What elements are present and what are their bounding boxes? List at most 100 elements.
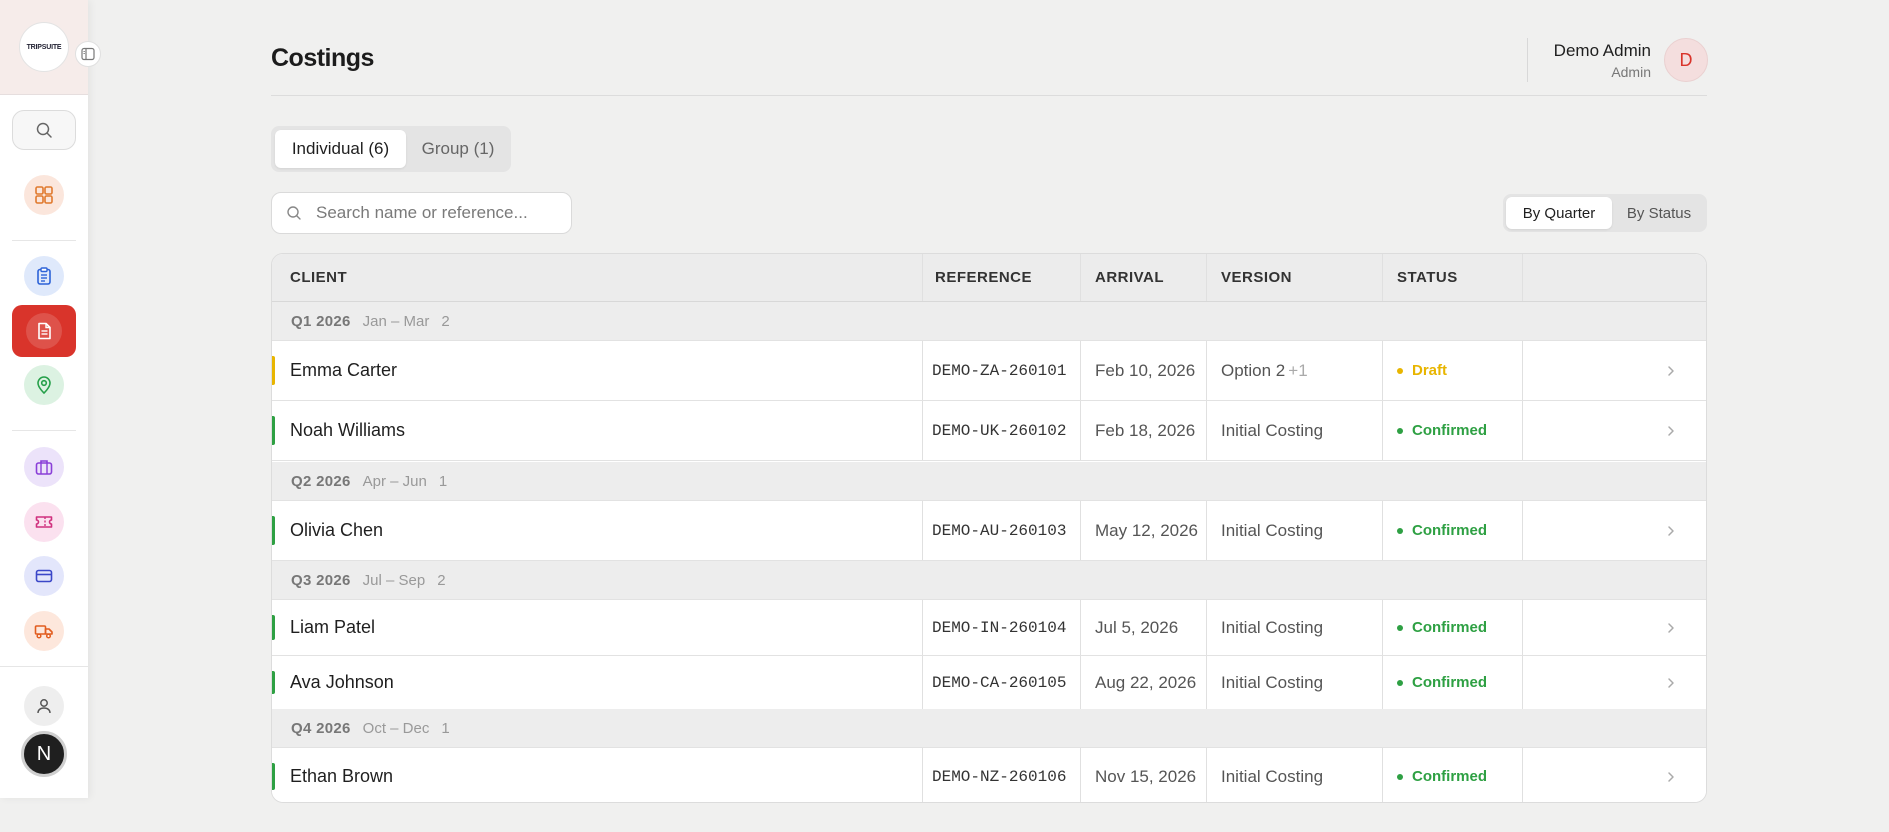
version-extra-count: +1: [1288, 360, 1308, 380]
sidebar-divider: [0, 666, 88, 667]
table-row[interactable]: Noah Williams DEMO-UK-260102 Feb 18, 2026 I…: [272, 401, 1706, 461]
sidebar-header: TRIPSUITE: [0, 0, 88, 95]
quarter-group-row: Q2 2026 Apr – Jun 1: [272, 462, 1706, 501]
arrival-date: Jul 5, 2026: [1080, 600, 1206, 655]
group-by-status-button[interactable]: By Status: [1613, 197, 1705, 229]
quarter-group-label: Q2 2026 Apr – Jun 1: [291, 462, 447, 500]
sidebar-item-dashboard[interactable]: [24, 175, 64, 215]
reference-code: DEMO-AU-260103: [922, 501, 1080, 560]
quarter-range: Jul – Sep: [362, 571, 426, 589]
reference-code: DEMO-CA-260105: [922, 656, 1080, 709]
quarter-name: Q3 2026: [291, 571, 351, 589]
version-name: Initial Costing: [1221, 766, 1324, 786]
chevron-right-icon[interactable]: [1664, 676, 1678, 690]
column-header-status[interactable]: STATUS: [1382, 254, 1522, 301]
sidebar-item-costings[interactable]: [12, 305, 76, 357]
version-cell: Initial Costing: [1206, 656, 1382, 709]
sidebar-item-costings-bg: [26, 313, 62, 349]
chevron-right-icon[interactable]: [1664, 621, 1678, 635]
version-name: Initial Costing: [1221, 520, 1324, 540]
arrival-date: Aug 22, 2026: [1080, 656, 1206, 709]
column-header-reference[interactable]: REFERENCE: [922, 254, 1080, 301]
quarter-count: 2: [437, 571, 446, 589]
client-name: Olivia Chen: [290, 520, 384, 540]
credit-card-icon: [35, 569, 53, 583]
status-dot: [1397, 527, 1403, 534]
status-label: Confirmed: [1412, 522, 1487, 539]
table-row[interactable]: Olivia Chen DEMO-AU-260103 May 12, 2026 Ini…: [272, 501, 1706, 561]
sidebar-collapse-button[interactable]: [75, 41, 101, 67]
column-header-client[interactable]: CLIENT: [290, 254, 347, 301]
status-accent-bar: [272, 416, 275, 445]
chevron-right-icon[interactable]: [1664, 364, 1678, 378]
quarter-count: 1: [438, 472, 448, 490]
status-label: Confirmed: [1412, 768, 1487, 785]
chevron-right-icon[interactable]: [1664, 524, 1678, 538]
account-avatar[interactable]: N: [21, 731, 67, 777]
row-action-cell: [1522, 600, 1706, 655]
table-row[interactable]: Ava Johnson DEMO-CA-260105 Aug 22, 2026 Ini…: [272, 656, 1706, 710]
quarter-group-row: Q1 2026 Jan – Mar 2: [272, 302, 1706, 341]
tab-individual[interactable]: Individual (6): [275, 130, 406, 168]
truck-icon: [34, 625, 53, 639]
status-dot: [1397, 624, 1403, 631]
quarter-name: Q1 2026: [291, 312, 351, 330]
sidebar-divider: [12, 430, 76, 431]
reference-code: DEMO-NZ-260106: [922, 748, 1080, 802]
chevron-right-icon[interactable]: [1664, 424, 1678, 438]
table-row[interactable]: Emma Carter DEMO-ZA-260101 Feb 10, 2026 Opt…: [272, 341, 1706, 401]
row-action-cell: [1522, 401, 1706, 460]
user-name: Demo Admin: [1553, 41, 1651, 60]
quarter-group-row: Q4 2026 Oct – Dec 1: [272, 709, 1706, 748]
status-dot: [1397, 427, 1403, 434]
status-badge: Confirmed: [1382, 401, 1522, 460]
row-action-cell: [1522, 656, 1706, 709]
dashboard-grid-icon: [35, 186, 53, 204]
reference-code: DEMO-ZA-260101: [922, 341, 1080, 400]
sidebar-divider: [12, 240, 76, 241]
search-input[interactable]: [316, 203, 546, 223]
client-name: Ava Johnson: [290, 672, 394, 692]
version-cell: Initial Costing: [1206, 501, 1382, 560]
user-avatar-initial: D: [1679, 49, 1693, 70]
version-name: Initial Costing: [1221, 420, 1324, 440]
reference-code: DEMO-UK-260102: [922, 401, 1080, 460]
quarter-range: Jan – Mar: [362, 312, 430, 330]
sidebar-item-profile[interactable]: [24, 686, 64, 726]
search-field: [271, 192, 572, 234]
header-divider: [271, 95, 1707, 96]
version-cell: Initial Costing: [1206, 600, 1382, 655]
tab-group[interactable]: Group (1): [409, 130, 507, 168]
table-row[interactable]: Liam Patel DEMO-IN-260104 Jul 5, 2026 Initi…: [272, 600, 1706, 656]
status-accent-bar: [272, 516, 275, 545]
user-role: Admin: [1611, 64, 1651, 80]
status-label: Confirmed: [1412, 674, 1487, 691]
quarter-name: Q2 2026: [291, 472, 351, 490]
sidebar-item-bookings[interactable]: [24, 447, 64, 487]
user-avatar[interactable]: D: [1664, 38, 1708, 82]
user-icon: [37, 699, 51, 714]
version-name: Initial Costing: [1221, 672, 1324, 692]
row-action-cell: [1522, 748, 1706, 802]
chevron-right-icon[interactable]: [1664, 770, 1678, 784]
status-label: Confirmed: [1412, 619, 1487, 636]
header-separator: [1527, 38, 1528, 82]
status-accent-bar: [272, 763, 275, 790]
sidebar-search-button[interactable]: [12, 110, 76, 150]
status-dot: [1397, 367, 1403, 374]
table-row[interactable]: Ethan Brown DEMO-NZ-260106 Nov 15, 2026 Ini…: [272, 748, 1706, 802]
logo-text: TRIPSUITE: [26, 43, 62, 51]
sidebar-item-locations[interactable]: [24, 365, 64, 405]
quarter-group-label: Q3 2026 Jul – Sep 2: [291, 561, 446, 599]
column-header-version[interactable]: VERSION: [1206, 254, 1382, 301]
status-badge: Confirmed: [1382, 748, 1522, 802]
sidebar-item-payments[interactable]: [24, 556, 64, 596]
ticket-icon: [35, 516, 53, 528]
app-logo[interactable]: TRIPSUITE: [19, 22, 69, 72]
group-by-quarter-button[interactable]: By Quarter: [1506, 197, 1612, 229]
column-header-arrival[interactable]: ARRIVAL: [1080, 254, 1206, 301]
quarter-count: 2: [441, 312, 450, 330]
sidebar-item-tickets[interactable]: [24, 502, 64, 542]
sidebar-item-transport[interactable]: [24, 611, 64, 651]
sidebar-item-clipboard[interactable]: [24, 256, 64, 296]
